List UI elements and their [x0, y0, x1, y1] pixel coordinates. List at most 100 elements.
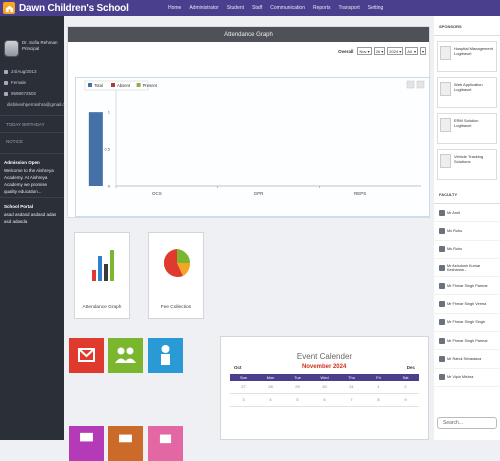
fee-collection-tile[interactable]: Fee Collection	[148, 232, 204, 319]
card-title: Attendance Graph	[68, 27, 429, 42]
faculty-item[interactable]: Mr Fhmar Singh Singh	[434, 314, 500, 333]
nav-home[interactable]: Home	[168, 5, 181, 11]
portal-text: asad asdasd asdasd adas asd adasda	[4, 212, 57, 224]
profile: Dr. Sofia Rehman Principal	[0, 16, 64, 57]
faculty-item[interactable]: Mr Fhmar Singh Verma	[434, 295, 500, 314]
faculty-avatar	[439, 301, 445, 308]
search-input[interactable]: Search...	[437, 417, 497, 429]
legend-swatch	[111, 83, 115, 87]
sponsor-item[interactable]: Hospital Management Logitravel	[437, 41, 497, 72]
faculty-item[interactable]: Mr Rahul Srivastava	[434, 350, 500, 369]
board-app[interactable]	[69, 426, 104, 461]
calendar-app[interactable]	[148, 426, 183, 461]
calendar-day[interactable]: 28	[257, 381, 284, 393]
notice-label: NOTICE	[6, 138, 24, 144]
faculty-list: Mr Amit Ms Ruhu Ms Ruhu Mr Ashutosh Kumar K…	[434, 204, 500, 387]
admission-text: Welcome to the Aishreya Academy. At Aish…	[4, 168, 54, 194]
calendar-day[interactable]: 7	[338, 394, 365, 406]
calendar-day[interactable]: 2	[392, 381, 419, 393]
month-select[interactable]: Nov ▾	[357, 47, 372, 55]
calendar-icon	[159, 434, 172, 444]
faculty-item[interactable]: Mr Fhmar Singh Parmar	[434, 332, 500, 351]
avatar[interactable]	[4, 40, 19, 57]
calendar-day[interactable]: 5	[284, 394, 311, 406]
next-month-button[interactable]: Dec	[407, 365, 415, 370]
nav-transport[interactable]: Transport	[339, 5, 360, 11]
more-select[interactable]: ▾	[419, 47, 426, 55]
sponsor-by: Logitravel	[454, 51, 472, 56]
profile-app[interactable]	[148, 338, 183, 373]
notice-item[interactable]: NOTICE	[0, 132, 64, 149]
faculty-avatar	[439, 209, 445, 216]
faculty-name: Mr Vipin Mishra	[447, 375, 474, 380]
faculty-avatar	[439, 319, 445, 326]
faculty-item[interactable]: Mr Fhmar Singh Parmar	[434, 277, 500, 296]
month-value: Nov	[359, 48, 367, 54]
faculty-avatar	[439, 356, 445, 363]
year-select[interactable]: 2024 ▾	[387, 47, 404, 55]
sponsor-item[interactable]: ERM Solution Logitravel	[437, 113, 497, 144]
sponsor-item[interactable]: Vehicle Tracking Solutions	[437, 149, 497, 180]
school-logo-icon[interactable]	[3, 2, 15, 14]
main-nav: Home Administrator Student Staff Communi…	[168, 0, 391, 16]
sponsor-item[interactable]: Web Application Logitravel	[437, 77, 497, 108]
app-title[interactable]: Dawn Children's School	[19, 3, 129, 14]
faculty-name: Mr Fhmar Singh Parmar	[447, 338, 488, 343]
sponsor-by: Logitravel	[454, 87, 472, 92]
calendar-day[interactable]: 31	[338, 381, 365, 393]
download-icon	[416, 80, 425, 89]
faculty-item[interactable]: Ms Ruhu	[434, 241, 500, 259]
current-month: November 2024	[301, 364, 347, 370]
faculty-item[interactable]: Mr Ashutosh Kumar Kesharwa...	[434, 259, 500, 278]
legend-label: Absent	[117, 83, 131, 88]
calendar-day[interactable]: 3	[230, 394, 257, 406]
dow-mon: Mon	[266, 375, 275, 380]
calendar-day[interactable]: 30	[311, 381, 338, 393]
dow-sun: Sun	[239, 375, 248, 380]
nav-reports[interactable]: Reports	[313, 5, 331, 11]
today-birthday-item[interactable]: TODAY BIRTHDAY	[0, 115, 64, 132]
nav-communication[interactable]: Communication	[270, 5, 305, 11]
prev-month-button[interactable]: Oct	[234, 365, 242, 370]
main-content: Attendance Graph Overall Nov ▾ 26 ▾ 2024…	[64, 16, 434, 461]
dow-fri: Fri	[376, 375, 381, 380]
attendance-graph-tile[interactable]: Attendance Graph	[74, 232, 130, 319]
calendar-day[interactable]: 1	[365, 381, 392, 393]
calendar-day[interactable]: 8	[365, 394, 392, 406]
attendance-card: Attendance Graph Overall Nov ▾ 26 ▾ 2024…	[67, 26, 430, 218]
faculty-title: FACULTY	[434, 184, 500, 204]
bar-chart-icon	[92, 250, 114, 281]
today-birthday-label: TODAY BIRTHDAY	[6, 121, 45, 127]
sponsor-thumb	[440, 82, 451, 96]
sponsor-thumb	[440, 46, 451, 60]
nav-setting[interactable]: Setting	[368, 5, 384, 11]
messages-app[interactable]	[69, 338, 104, 373]
dow-tue: Tue	[294, 375, 301, 380]
faculty-name: Ms Ruhu	[447, 247, 463, 252]
legend-swatch	[88, 83, 92, 87]
nav-staff[interactable]: Staff	[252, 5, 262, 11]
nav-administrator[interactable]: Administrator	[189, 5, 218, 11]
day-select[interactable]: 26 ▾	[373, 47, 386, 55]
chart-svg: 0 0.5 1 OCS GPR REPS Total Absent Present	[84, 80, 425, 196]
pie-chart-icon	[164, 249, 191, 277]
scope-select[interactable]: All ▾	[405, 47, 418, 55]
faculty-item[interactable]: Ms Ruhu	[434, 222, 500, 241]
phone-icon	[4, 91, 8, 96]
scope-value: All	[407, 48, 412, 54]
calendar-day[interactable]: 29	[284, 381, 311, 393]
calendar-day[interactable]: 6	[311, 394, 338, 406]
faculty-item[interactable]: Mr Vipin Mishra	[434, 369, 500, 387]
faculty-avatar	[439, 374, 445, 381]
calendar-day[interactable]: 9	[392, 394, 419, 406]
print-icon	[406, 80, 415, 89]
calendar-day[interactable]: 4	[257, 394, 284, 406]
sidebar: Dr. Sofia Rehman Principal 24/Aug/2013 Fe…	[0, 16, 68, 440]
transport-app[interactable]	[108, 426, 143, 461]
users-icon	[115, 347, 136, 363]
nav-student[interactable]: Student	[227, 5, 244, 11]
faculty-item[interactable]: Mr Amit	[434, 204, 500, 223]
calendar-title: Event Calender	[296, 352, 353, 361]
users-app[interactable]	[108, 338, 143, 373]
calendar-day[interactable]: 27	[230, 381, 257, 393]
